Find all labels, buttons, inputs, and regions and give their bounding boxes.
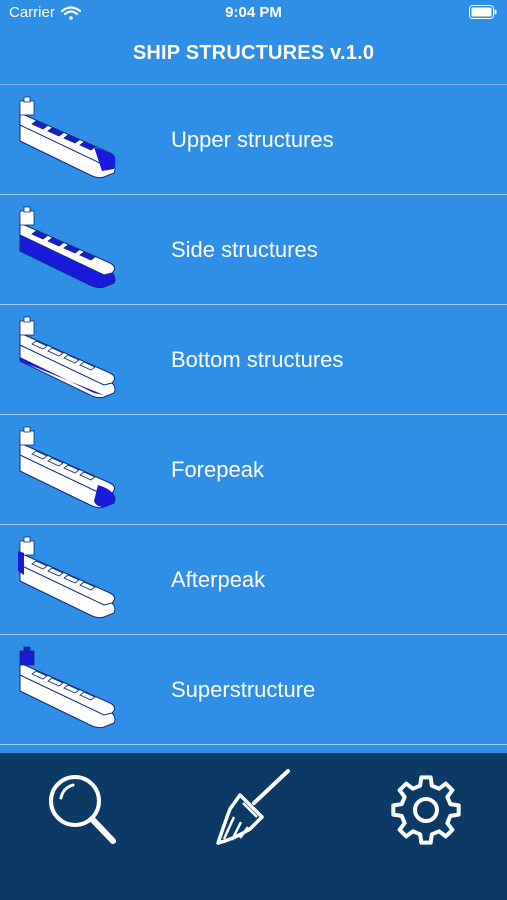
broom-icon <box>216 769 290 845</box>
list-item-label: Superstructure <box>171 677 316 702</box>
list-item-side-structures[interactable]: Side structures <box>0 195 507 305</box>
gear-icon <box>391 775 461 845</box>
ship-side-structures-icon <box>19 206 116 289</box>
ship-bottom-structures-icon <box>19 316 116 399</box>
settings-button[interactable] <box>381 765 471 855</box>
battery-icon <box>469 5 497 19</box>
list-item-label: Forepeak <box>171 457 264 482</box>
search-button[interactable] <box>38 765 128 855</box>
clear-button[interactable] <box>210 765 300 855</box>
page-title: SHIP STRUCTURES v.1.0 <box>132 42 375 64</box>
bottom-toolbar <box>0 753 507 900</box>
ship-upper-structures-icon <box>19 96 116 179</box>
ship-afterpeak-icon <box>18 536 116 619</box>
list-item-superstructure[interactable]: Superstructure <box>0 635 507 745</box>
list-item-afterpeak[interactable]: Afterpeak <box>0 525 507 635</box>
structures-list: Upper structures Side structures Bottom … <box>0 85 507 745</box>
list-item-label: Bottom structures <box>171 347 344 372</box>
list-item-label: Afterpeak <box>171 567 266 592</box>
list-item-bottom-structures[interactable]: Bottom structures <box>0 305 507 415</box>
search-icon <box>49 775 116 844</box>
ship-superstructure-icon <box>19 646 116 729</box>
list-item-forepeak[interactable]: Forepeak <box>0 415 507 525</box>
list-item-label: Upper structures <box>171 127 334 152</box>
list-item-label: Side structures <box>171 237 318 262</box>
ship-forepeak-icon <box>19 426 116 509</box>
status-bar: Carrier 9:04 PM <box>0 0 507 26</box>
status-time: 9:04 PM <box>225 4 282 21</box>
navigation-bar: SHIP STRUCTURES v.1.0 <box>0 26 507 85</box>
list-item-upper-structures[interactable]: Upper structures <box>0 85 507 195</box>
